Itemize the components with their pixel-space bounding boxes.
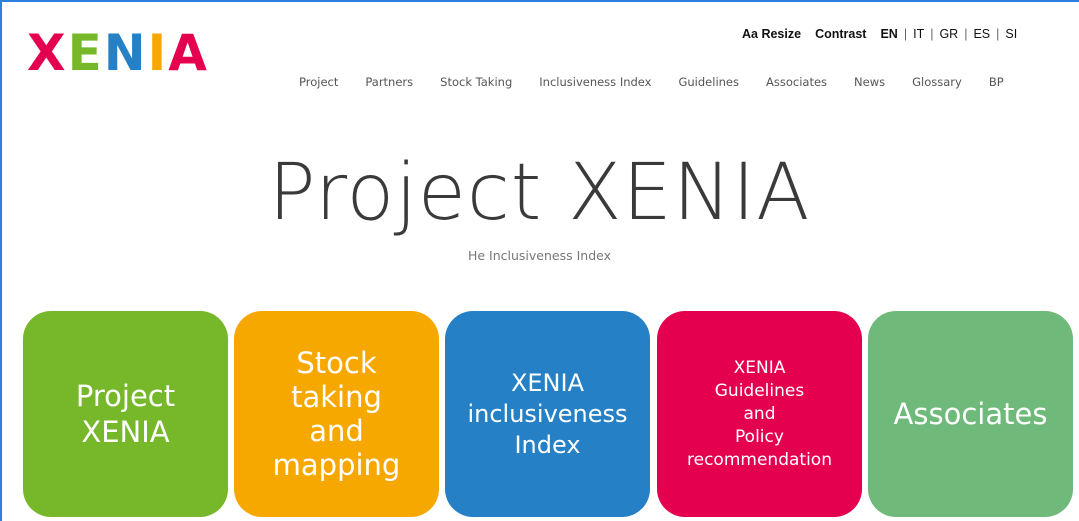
nav-partners[interactable]: Partners xyxy=(365,75,413,89)
tile-label: Associates xyxy=(893,397,1048,431)
tile-label: XENIA inclusiveness Index xyxy=(467,368,628,459)
nav-guidelines[interactable]: Guidelines xyxy=(678,75,739,89)
hero-subtitle: He Inclusiveness Index xyxy=(467,248,612,263)
lang-it[interactable]: IT xyxy=(913,27,924,41)
lang-gr[interactable]: GR xyxy=(939,27,958,41)
nav-inclusiveness-index[interactable]: Inclusiveness Index xyxy=(539,75,651,89)
hero-title-text: Project XENIA xyxy=(268,148,811,238)
lang-en[interactable]: EN xyxy=(880,27,897,41)
lang-separator: | xyxy=(903,27,908,41)
tile-stock-taking[interactable]: Stock taking and mapping xyxy=(234,311,439,517)
nav-bp[interactable]: BP xyxy=(989,75,1004,89)
main-nav: Project Partners Stock Taking Inclusiven… xyxy=(299,75,1004,89)
nav-project[interactable]: Project xyxy=(299,75,338,89)
logo-letter-i: I xyxy=(147,24,169,82)
logo-letter-x: X xyxy=(27,24,68,82)
lang-separator: | xyxy=(964,27,968,41)
tile-label: Project XENIA xyxy=(75,379,176,449)
lang-si[interactable]: SI xyxy=(1005,27,1017,41)
tile-inclusiveness-index[interactable]: XENIA inclusiveness Index xyxy=(445,311,650,517)
tile-label: XENIA Guidelines and Policy recommendati… xyxy=(687,357,832,470)
tile-guidelines[interactable]: XENIA Guidelines and Policy recommendati… xyxy=(657,311,862,517)
xenia-logo[interactable]: X E N I A xyxy=(27,28,209,78)
logo-letter-n: N xyxy=(103,24,148,82)
lang-es[interactable]: ES xyxy=(973,27,990,41)
utility-bar: Aa Resize Contrast EN | IT | GR | ES | S… xyxy=(742,27,1017,41)
hero-title: Project XENIA xyxy=(0,148,1079,238)
nav-news[interactable]: News xyxy=(854,75,885,89)
lang-separator: | xyxy=(930,27,934,41)
logo-letter-a: A xyxy=(168,24,209,82)
resize-button[interactable]: Aa Resize xyxy=(742,27,801,41)
contrast-button[interactable]: Contrast xyxy=(815,27,866,41)
logo-letter-e: E xyxy=(67,24,104,82)
lang-separator: | xyxy=(996,27,1000,41)
nav-stock-taking[interactable]: Stock Taking xyxy=(440,75,512,89)
nav-associates[interactable]: Associates xyxy=(766,75,827,89)
nav-glossary[interactable]: Glossary xyxy=(912,75,962,89)
tile-associates[interactable]: Associates xyxy=(868,311,1073,517)
tile-label: Stock taking and mapping xyxy=(272,346,401,482)
tile-project-xenia[interactable]: Project XENIA xyxy=(23,311,228,517)
